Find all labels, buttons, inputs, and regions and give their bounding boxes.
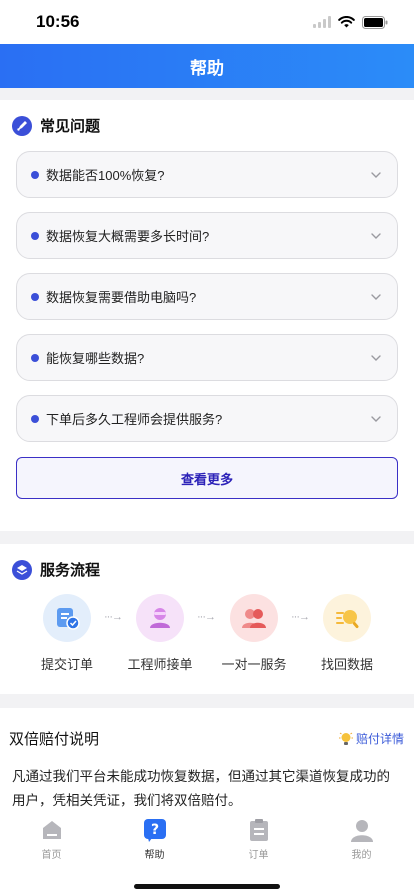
engineer-icon [136,594,184,642]
tab-help[interactable]: ? 帮助 [103,818,206,868]
status-time: 10:56 [36,12,80,31]
profile-icon [350,820,373,842]
flow-title: 服务流程 [40,562,101,579]
status-icons [313,15,388,29]
faq-item[interactable]: 数据恢复需要借助电脑吗? [16,273,398,320]
tab-profile[interactable]: 我的 [310,818,413,868]
nav-header: 帮助 [0,44,414,88]
bullet-dot-icon [31,414,39,423]
compensation-link-label: 赔付详情 [355,732,404,746]
tab-home[interactable]: 首页 [0,818,103,868]
tab-orders[interactable]: 订单 [207,818,310,868]
flow-step-label: 一对一服务 [221,657,287,672]
view-more-label: 查看更多 [180,471,233,487]
signal-icon [313,16,331,28]
faq-card: 常见问题 数据能否100%恢复? 数据恢复大概需要多长时间? 数据恢复需要借助电… [0,100,414,531]
tab-label: 帮助 [144,850,165,861]
tab-label: 首页 [41,850,62,861]
flow-step-label: 找回数据 [320,657,373,672]
chevron-down-icon [371,171,381,178]
faq-item[interactable]: 下单后多久工程师会提供服务? [16,395,398,442]
compensation-header: 双倍赔付说明 赔付详情 [0,708,414,749]
faq-question: 数据恢复需要借助电脑吗? [46,290,197,305]
lightbulb-icon [338,732,353,745]
flow-steps: 提交订单 ···→ 工程师接单 ···→ 一对一服务 ···→ 找回数据 [0,594,414,674]
page-title: 帮助 [190,58,224,78]
bullet-dot-icon [31,231,39,240]
faq-question: 下单后多久工程师会提供服务? [46,412,223,427]
bullet-dot-icon [31,292,39,301]
flow-step: 工程师接单 [113,594,207,673]
flow-header: 服务流程 [0,544,414,584]
faq-question: 数据能否100%恢复? [46,168,165,183]
faq-title: 常见问题 [40,118,101,135]
status-bar: 10:56 [0,0,414,44]
flow-step: 找回数据 [300,594,394,673]
chevron-down-icon [371,232,381,239]
bullet-dot-icon [31,353,39,362]
faq-item[interactable]: 数据能否100%恢复? [16,151,398,198]
one-on-one-icon [230,594,278,642]
compensation-details-link[interactable]: 赔付详情 [338,730,404,747]
home-icon [42,821,61,839]
compensation-title: 双倍赔付说明 [9,731,100,748]
layers-icon [12,559,32,580]
battery-icon [362,15,388,29]
tab-label: 订单 [248,850,269,861]
tab-label: 我的 [351,850,372,861]
service-flow-card: 服务流程 提交订单 ···→ 工程师接单 ···→ 一对一服务 ···→ 找回数… [0,544,414,694]
chevron-down-icon [371,354,381,361]
help-icon: ? [143,819,166,842]
flow-step: 一对一服务 [207,594,301,673]
wifi-icon [338,16,355,28]
view-more-button[interactable]: 查看更多 [16,457,398,499]
faq-item[interactable]: 能恢复哪些数据? [16,334,398,381]
faq-question: 能恢复哪些数据? [46,351,145,366]
faq-item[interactable]: 数据恢复大概需要多长时间? [16,212,398,259]
flow-step-label: 提交订单 [40,657,93,672]
faq-question: 数据恢复大概需要多长时间? [46,229,210,244]
order-submit-icon [43,594,91,642]
faq-list: 数据能否100%恢复? 数据恢复大概需要多长时间? 数据恢复需要借助电脑吗? 能… [16,151,398,456]
bullet-dot-icon [31,170,39,179]
svg-text:?: ? [150,822,158,838]
flow-step-label: 工程师接单 [127,657,193,672]
compensation-text: 凡通过我们平台未能成功恢复数据，但通过其它渠道恢复成功的用户，凭相关凭证，我们将… [12,769,390,808]
chevron-down-icon [371,415,381,422]
home-indicator [134,884,280,889]
rocket-icon [12,115,32,136]
order-icon [249,819,268,841]
search-data-icon [323,594,371,642]
faq-header: 常见问题 [0,100,414,140]
flow-step: 提交订单 [20,594,114,673]
chevron-down-icon [371,293,381,300]
compensation-card: 双倍赔付说明 赔付详情 凡通过我们平台未能成功恢复数据，但通过其它渠道恢复成功的… [0,708,414,818]
